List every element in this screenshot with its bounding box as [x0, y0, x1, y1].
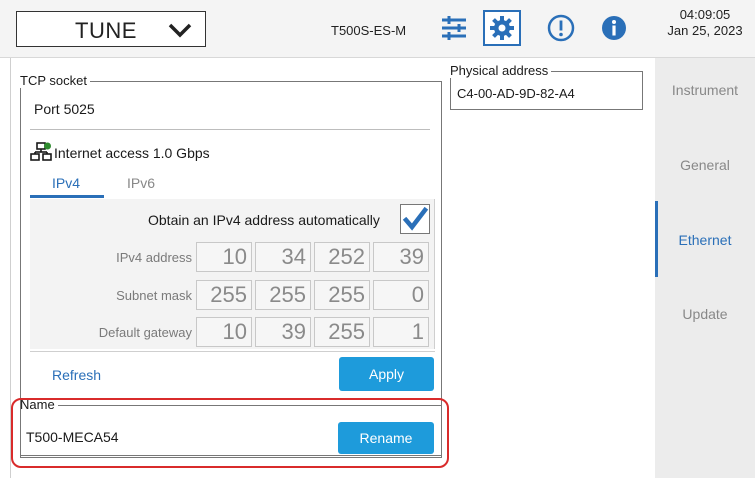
- network-icon: [30, 142, 52, 161]
- auto-ipv4-checkbox[interactable]: [400, 204, 430, 234]
- tab-ipv4[interactable]: IPv4: [52, 175, 80, 191]
- subnet-mask-label: Subnet mask: [116, 288, 192, 303]
- ipv4-octet-1[interactable]: 10: [196, 242, 252, 272]
- gateway-octet-3[interactable]: 255: [314, 317, 370, 347]
- ipv4-octet-3[interactable]: 252: [314, 242, 370, 272]
- top-bar: TUNE T500S-ES-M 04:09:05 Jan 25, 2023: [0, 0, 755, 58]
- clock-date: Jan 25, 2023: [667, 23, 743, 38]
- default-gateway-label: Default gateway: [98, 325, 192, 340]
- physical-address-legend: Physical address: [450, 63, 549, 78]
- mac-address: C4-00-AD-9D-82-A4: [457, 86, 575, 101]
- refresh-link[interactable]: Refresh: [52, 367, 101, 383]
- subnet-octet-1[interactable]: 255: [196, 280, 252, 310]
- mode-dropdown[interactable]: TUNE: [16, 11, 206, 47]
- sidebar-item-update[interactable]: Update: [655, 306, 755, 322]
- auto-ipv4-label: Obtain an IPv4 address automatically: [148, 212, 380, 228]
- sidebar-item-ethernet[interactable]: Ethernet: [655, 232, 755, 248]
- checkmark-icon: [402, 206, 429, 231]
- settings-button[interactable]: [483, 10, 521, 46]
- divider: [30, 129, 430, 130]
- gateway-octet-1[interactable]: 10: [196, 317, 252, 347]
- ipv4-octet-2[interactable]: 34: [255, 242, 311, 272]
- subnet-octet-3[interactable]: 255: [314, 280, 370, 310]
- clock-time: 04:09:05: [679, 7, 731, 22]
- active-tab-indicator: [30, 195, 104, 198]
- mode-label: TUNE: [75, 18, 137, 43]
- port-label: Port 5025: [34, 101, 95, 117]
- ipv4-octet-4[interactable]: 39: [373, 242, 429, 272]
- highlight-annotation: [11, 398, 449, 468]
- gear-icon: [490, 16, 514, 40]
- sidebar-item-instrument[interactable]: Instrument: [655, 82, 755, 98]
- tcp-socket-legend: TCP socket: [20, 73, 87, 88]
- gateway-octet-2[interactable]: 39: [255, 317, 311, 347]
- settings-sidebar: [655, 58, 755, 478]
- clock: 04:09:05 Jan 25, 2023: [660, 7, 750, 39]
- tab-ipv6[interactable]: IPv6: [127, 175, 155, 191]
- gateway-octet-4[interactable]: 1: [373, 317, 429, 347]
- ipv4-address-label: IPv4 address: [116, 250, 192, 265]
- alert-icon[interactable]: [545, 12, 577, 44]
- info-icon[interactable]: [598, 12, 630, 44]
- sliders-icon[interactable]: [438, 12, 470, 44]
- sidebar-item-general[interactable]: General: [655, 157, 755, 173]
- chevron-down-icon: [168, 23, 192, 38]
- instrument-model: T500S-ES-M: [331, 23, 407, 38]
- subnet-octet-4[interactable]: 0: [373, 280, 429, 310]
- apply-button[interactable]: Apply: [339, 357, 434, 391]
- internet-access-label: Internet access 1.0 Gbps: [54, 145, 210, 161]
- divider: [30, 351, 435, 352]
- subnet-octet-2[interactable]: 255: [255, 280, 311, 310]
